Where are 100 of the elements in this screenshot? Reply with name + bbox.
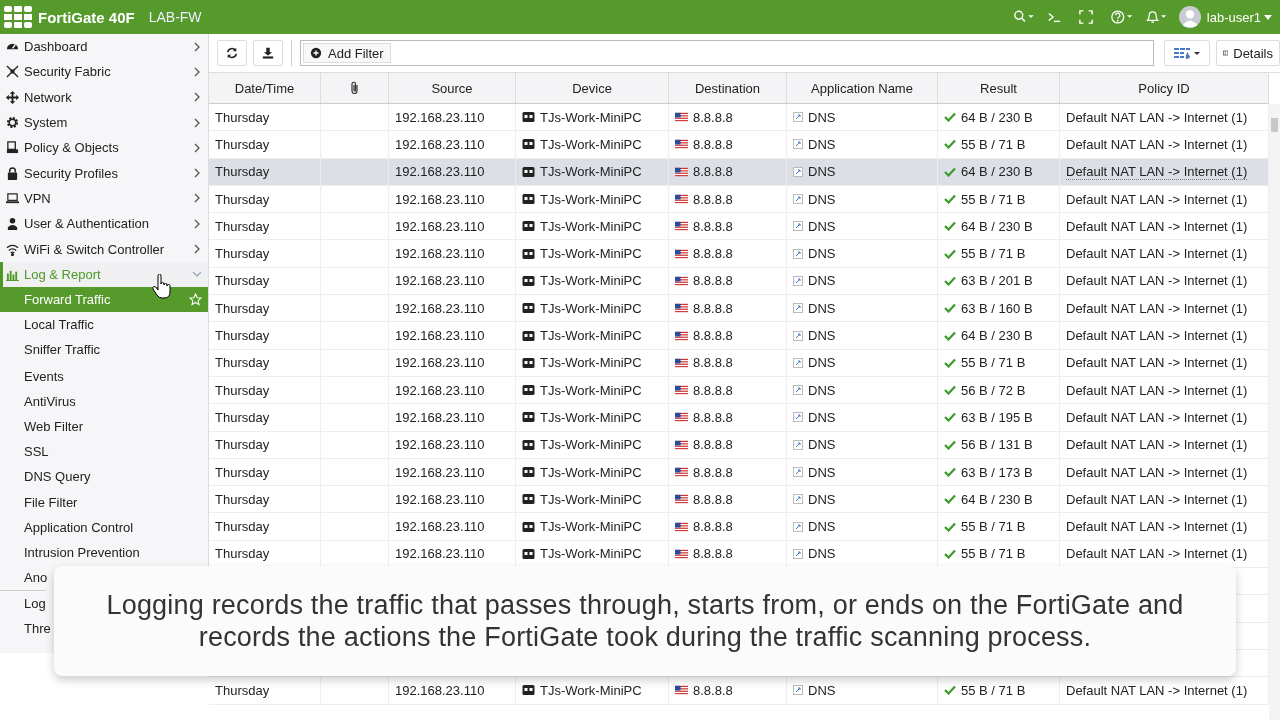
table-cell: 63 B / 201 B bbox=[961, 273, 1033, 289]
application-icon bbox=[793, 494, 803, 505]
add-filter-button[interactable]: Add Filter bbox=[303, 43, 391, 63]
column-header[interactable]: Application Name bbox=[811, 80, 913, 96]
table-cell: DNS bbox=[808, 246, 836, 262]
checkmark-icon bbox=[944, 275, 956, 286]
column-header[interactable]: Device bbox=[572, 80, 612, 96]
download-icon bbox=[262, 47, 274, 59]
submenu-item[interactable]: Sniffer Traffic bbox=[0, 337, 208, 363]
user-icon bbox=[6, 217, 19, 231]
table-cell: 192.168.23.110 bbox=[395, 682, 485, 698]
sidebar-item[interactable]: Dashboard bbox=[0, 34, 208, 60]
plus-icon bbox=[310, 47, 322, 59]
table-cell: TJs-Work-MiniPC bbox=[540, 409, 642, 425]
table-row[interactable]: Thursday 192.168.23.110 TJs-Work-MiniPC 8.8.8.8 DNS 64 B / 230 B Default NAT LAN -> Internet (1) bbox=[209, 104, 1269, 132]
table-cell: Default NAT LAN -> Internet (1) bbox=[1066, 437, 1248, 453]
table-cell: DNS bbox=[808, 218, 836, 234]
column-header[interactable]: Date/Time bbox=[234, 80, 295, 96]
device-icon bbox=[522, 330, 535, 341]
chevron-right-icon bbox=[192, 244, 202, 254]
download-button[interactable] bbox=[253, 40, 283, 66]
terminal-icon[interactable] bbox=[1046, 10, 1061, 24]
chevron-right-icon bbox=[192, 168, 202, 179]
table-row[interactable]: Thursday 192.168.23.110 TJs-Work-MiniPC 8.8.8.8 DNS 64 B / 230 B Default NAT LAN -> Internet (1) bbox=[209, 213, 1269, 241]
submenu-item[interactable]: Log bbox=[0, 590, 46, 616]
sidebar-item[interactable]: WiFi & Switch Controller bbox=[0, 236, 208, 262]
table-cell: DNS bbox=[808, 437, 836, 453]
table-row[interactable]: Thursday 192.168.23.110 TJs-Work-MiniPC 8.8.8.8 DNS 55 B / 71 B Default NAT LAN -> Internet (1) bbox=[209, 185, 1269, 214]
table-row[interactable]: Thursday 192.168.23.110 TJs-Work-MiniPC 8.8.8.8 DNS 55 B / 71 B Default NAT LAN -> Internet (1) bbox=[209, 131, 1269, 159]
flag-icon bbox=[675, 194, 688, 205]
sidebar-item[interactable]: User & Authentication bbox=[0, 211, 208, 237]
table-cell: Thursday bbox=[215, 519, 270, 535]
table-cell: 192.168.23.110 bbox=[395, 382, 485, 398]
checkmark-icon bbox=[944, 685, 956, 696]
checkmark-icon bbox=[944, 221, 956, 232]
table-row[interactable]: Thursday 192.168.23.110 TJs-Work-MiniPC 8.8.8.8 DNS 55 B / 71 B Default NAT LAN -> Internet (1) bbox=[209, 240, 1269, 268]
refresh-button[interactable] bbox=[217, 40, 247, 66]
table-row[interactable]: Thursday 192.168.23.110 TJs-Work-MiniPC 8.8.8.8 DNS 63 B / 173 B Default NAT LAN -> Internet (1) bbox=[209, 458, 1269, 487]
sidebar-item[interactable]: Security Fabric bbox=[0, 59, 208, 85]
table-row[interactable]: Thursday 192.168.23.110 TJs-Work-MiniPC 8.8.8.8 DNS 64 B / 230 B Default NAT LAN -> Internet (1) bbox=[209, 486, 1269, 514]
table-row[interactable]: Thursday 192.168.23.110 TJs-Work-MiniPC 8.8.8.8 DNS 55 B / 71 B Default NAT LAN -> Internet (1) bbox=[209, 677, 1269, 705]
submenu-item[interactable]: Thre bbox=[0, 615, 51, 641]
table-cell: Thursday bbox=[215, 300, 270, 316]
submenu-item[interactable]: Events bbox=[0, 363, 208, 389]
checkmark-icon bbox=[944, 303, 956, 314]
sidebar-item[interactable]: VPN bbox=[0, 185, 208, 212]
paperclip-icon[interactable] bbox=[349, 81, 360, 95]
column-header[interactable]: Source bbox=[431, 80, 473, 96]
submenu-item[interactable]: AntiVirus bbox=[0, 388, 208, 414]
column-header[interactable]: Destination bbox=[694, 80, 760, 96]
table-cell: 192.168.23.110 bbox=[395, 164, 485, 180]
table-cell: 8.8.8.8 bbox=[693, 246, 733, 262]
hostname: LAB-FW bbox=[148, 9, 202, 25]
table-row[interactable]: Thursday 192.168.23.110 TJs-Work-MiniPC 8.8.8.8 DNS 63 B / 195 B Default NAT LAN -> Internet (1) bbox=[209, 404, 1269, 432]
table-cell: 55 B / 71 B bbox=[961, 246, 1026, 262]
table-row[interactable]: Thursday 192.168.23.110 TJs-Work-MiniPC 8.8.8.8 DNS 55 B / 71 B Default NAT LAN -> Internet (1) bbox=[209, 349, 1269, 377]
bell-icon[interactable] bbox=[1144, 10, 1167, 24]
filter-field[interactable]: Add Filter bbox=[300, 40, 1154, 66]
avatar-icon[interactable] bbox=[1178, 6, 1201, 28]
table-cell: TJs-Work-MiniPC bbox=[540, 355, 642, 371]
table-row[interactable]: Thursday 192.168.23.110 TJs-Work-MiniPC 8.8.8.8 DNS 56 B / 72 B Default NAT LAN -> Internet (1) bbox=[209, 376, 1269, 405]
star-icon[interactable] bbox=[189, 293, 202, 307]
submenu-item[interactable]: File Filter bbox=[0, 489, 208, 515]
table-cell: Default NAT LAN -> Internet (1) bbox=[1066, 519, 1248, 535]
details-button[interactable]: Details bbox=[1216, 40, 1280, 66]
sidebar-item[interactable]: System bbox=[0, 109, 208, 136]
sidebar-item[interactable]: Security Profiles bbox=[0, 160, 208, 186]
sidebar-item[interactable]: Network bbox=[0, 84, 208, 110]
table-cell: DNS bbox=[808, 382, 836, 398]
submenu-item[interactable]: Application Control bbox=[0, 514, 208, 540]
table-cell: 64 B / 230 B bbox=[961, 328, 1033, 343]
view-options-button[interactable] bbox=[1164, 40, 1210, 66]
search-icon[interactable] bbox=[1012, 10, 1035, 24]
table-cell: 192.168.23.110 bbox=[395, 328, 485, 343]
column-header[interactable]: Policy ID bbox=[1138, 80, 1190, 96]
submenu-item[interactable]: DNS Query bbox=[0, 464, 208, 490]
submenu-item[interactable]: Ano bbox=[0, 565, 48, 591]
submenu-item[interactable]: Web Filter bbox=[0, 413, 208, 440]
fullscreen-icon[interactable] bbox=[1078, 10, 1093, 24]
table-cell: 64 B / 230 B bbox=[961, 218, 1033, 234]
application-icon bbox=[793, 412, 803, 423]
device-icon bbox=[522, 357, 535, 368]
submenu-item[interactable]: Intrusion Prevention bbox=[0, 539, 140, 566]
device-icon bbox=[522, 139, 535, 150]
table-row[interactable]: Thursday 192.168.23.110 TJs-Work-MiniPC 8.8.8.8 DNS 63 B / 201 B Default NAT LAN -> Internet (1) bbox=[209, 267, 1269, 296]
table-cell: 8.8.8.8 bbox=[693, 437, 733, 453]
help-icon[interactable] bbox=[1110, 10, 1133, 24]
column-header[interactable]: Result bbox=[980, 80, 1017, 96]
table-row[interactable]: Thursday 192.168.23.110 TJs-Work-MiniPC 8.8.8.8 DNS 63 B / 160 B Default NAT LAN -> Internet (1) bbox=[209, 295, 1269, 323]
submenu-item[interactable]: Local Traffic bbox=[0, 312, 208, 338]
sidebar-item[interactable]: Policy & Objects bbox=[0, 135, 208, 161]
scrollbar[interactable] bbox=[1269, 104, 1280, 720]
submenu-item[interactable]: SSL bbox=[0, 439, 208, 465]
table-row[interactable]: Thursday 192.168.23.110 TJs-Work-MiniPC 8.8.8.8 DNS 64 B / 230 B Default NAT LAN -> Internet (1) bbox=[209, 158, 1269, 186]
chevron-right-icon bbox=[192, 193, 202, 204]
table-row[interactable]: Thursday 192.168.23.110 TJs-Work-MiniPC 8.8.8.8 DNS 64 B / 230 B Default NAT LAN -> Internet (1) bbox=[209, 322, 1269, 350]
table-row[interactable]: Thursday 192.168.23.110 TJs-Work-MiniPC 8.8.8.8 DNS 55 B / 71 B Default NAT LAN -> Internet (1) bbox=[209, 513, 1269, 541]
table-row[interactable]: Thursday 192.168.23.110 TJs-Work-MiniPC 8.8.8.8 DNS 56 B / 131 B Default NAT LAN -> Internet (1) bbox=[209, 431, 1269, 459]
table-cell: Default NAT LAN -> Internet (1) bbox=[1066, 328, 1248, 343]
table-cell: 8.8.8.8 bbox=[693, 164, 733, 180]
